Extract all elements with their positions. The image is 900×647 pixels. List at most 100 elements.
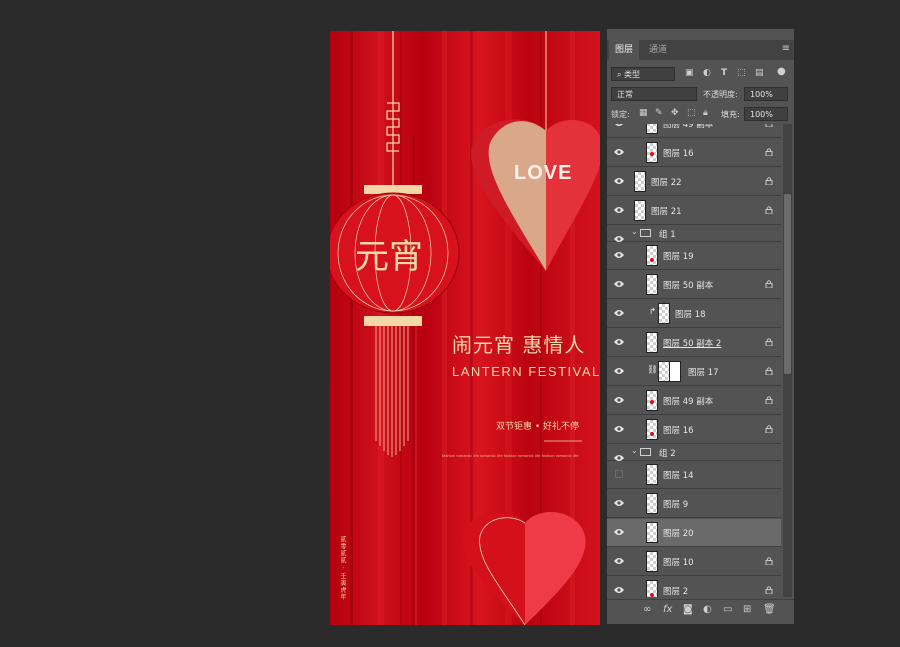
lock-transparency-icon[interactable]: ▦: [639, 108, 648, 118]
type-filter-icon[interactable]: T: [721, 68, 727, 78]
visibility-eye-icon[interactable]: [614, 499, 624, 507]
lock-icon: [765, 206, 773, 215]
lock-icon: [765, 280, 773, 289]
new-group-icon[interactable]: ▭: [723, 604, 732, 615]
lock-label: 锁定:: [611, 110, 630, 119]
lock-row: 锁定: ▦ ✎ ✥ ⬚ 🔒︎ 填充: 100%: [607, 105, 794, 123]
folder-icon: [640, 229, 651, 237]
layer-row[interactable]: 图层 16: [607, 139, 781, 167]
mask-link-icon: ⛓︎: [647, 365, 658, 375]
lantern-text: 元宵: [355, 237, 423, 277]
lock-icon: [765, 367, 773, 376]
layer-group-row[interactable]: ⌄ 组 1: [607, 226, 781, 242]
poster-title-en: LANTERN FESTIVAL: [452, 364, 600, 379]
panel-menu-icon[interactable]: ≡: [782, 43, 790, 54]
image-filter-icon[interactable]: ▣: [685, 68, 694, 78]
lock-pixels-icon[interactable]: ✎: [655, 108, 663, 118]
poster-promo-text: 双节钜惠 • 好礼不停: [496, 422, 580, 432]
layer-thumbnail: [646, 419, 658, 440]
layer-name: 图层 20: [663, 529, 694, 539]
panel-bottom-bar: ∞ fx ◙ ◐ ▭ ⊞ 🗑︎: [607, 599, 794, 622]
layer-thumbnail: [646, 551, 658, 572]
layer-name: 图层 49 副本: [663, 397, 714, 407]
filter-type-label: 类型: [624, 70, 641, 79]
tab-layers[interactable]: 图层: [609, 40, 640, 60]
layer-row[interactable]: 图层 49 副本: [607, 124, 781, 138]
layer-thumbnail: [646, 464, 658, 485]
lock-icon: [765, 396, 773, 405]
visibility-eye-icon[interactable]: [614, 396, 624, 404]
lock-artboard-icon[interactable]: ⬚: [687, 108, 696, 118]
layer-name: 图层 17: [688, 368, 719, 378]
layer-list[interactable]: 图层 49 副本 图层 16 图层 22 图层 21 ⌄ 组 1 图层 19 图层 50 副本…: [607, 124, 781, 597]
layer-row[interactable]: 图层 21: [607, 197, 781, 225]
layer-thumbnail: [646, 580, 658, 597]
layer-row[interactable]: ⛓︎ 图层 17: [607, 358, 781, 386]
visibility-eye-icon[interactable]: [614, 528, 624, 536]
layer-style-icon[interactable]: fx: [663, 604, 672, 615]
visibility-eye-icon[interactable]: [614, 124, 624, 127]
layer-thumbnail: [634, 200, 646, 221]
visibility-eye-icon[interactable]: [614, 338, 624, 346]
layer-group-row[interactable]: ⌄ 组 2: [607, 445, 781, 461]
visibility-eye-icon[interactable]: [614, 251, 624, 259]
layer-row[interactable]: 图层 2: [607, 577, 781, 597]
opacity-field[interactable]: 100%: [744, 87, 788, 101]
adjustment-filter-icon[interactable]: ◐: [703, 68, 711, 78]
layer-row[interactable]: 图层 16: [607, 416, 781, 444]
visibility-eye-icon[interactable]: [614, 425, 624, 433]
layer-name: 图层 21: [651, 207, 682, 217]
visibility-eye-icon[interactable]: [614, 206, 624, 214]
lock-icon: [765, 148, 773, 157]
filter-toggle-icon[interactable]: ●: [777, 66, 786, 77]
layer-row[interactable]: 图层 10: [607, 548, 781, 576]
group-name: 组 1: [659, 230, 676, 240]
lock-icon: [765, 425, 773, 434]
layer-row[interactable]: 图层 49 副本: [607, 387, 781, 415]
layer-row[interactable]: 图层 22: [607, 168, 781, 196]
layer-thumbnail: [646, 390, 658, 411]
chevron-down-icon[interactable]: ⌄: [631, 446, 638, 455]
link-layers-icon[interactable]: ∞: [643, 604, 651, 615]
blend-mode-dropdown[interactable]: 正常: [611, 87, 697, 101]
new-layer-icon[interactable]: ⊞: [743, 604, 751, 615]
filter-type-dropdown[interactable]: ⌕ 类型: [611, 67, 675, 81]
smart-object-filter-icon[interactable]: ▤: [755, 68, 764, 78]
visibility-eye-icon[interactable]: [614, 557, 624, 565]
layer-name: 图层 9: [663, 500, 689, 510]
visibility-eye-icon[interactable]: [614, 309, 624, 317]
scrollbar-thumb[interactable]: [784, 194, 791, 374]
visibility-eye-icon[interactable]: [614, 280, 624, 288]
visibility-eye-icon[interactable]: [614, 177, 624, 185]
fill-field[interactable]: 100%: [744, 107, 788, 121]
layer-thumbnail: [646, 332, 658, 353]
shape-filter-icon[interactable]: ⬚: [737, 68, 746, 78]
chevron-down-icon[interactable]: ⌄: [631, 227, 638, 236]
layer-row[interactable]: 图层 20: [607, 519, 781, 547]
document-canvas[interactable]: LOVE 元宵 闹元宵 惠情人 LANTERN FESTIVAL 双节钜惠 • …: [330, 31, 600, 625]
visibility-eye-icon[interactable]: [614, 148, 624, 156]
visibility-toggle[interactable]: [615, 470, 623, 478]
layer-row[interactable]: 图层 14: [607, 461, 781, 489]
lock-all-icon[interactable]: 🔒︎: [703, 108, 708, 118]
folder-icon: [640, 448, 651, 456]
layer-name: 图层 10: [663, 558, 694, 568]
layer-thumbnail: [658, 303, 670, 324]
visibility-eye-icon[interactable]: [614, 586, 624, 594]
tab-channels[interactable]: 通道: [643, 40, 673, 60]
lock-position-icon[interactable]: ✥: [671, 108, 679, 118]
add-mask-icon[interactable]: ◙: [683, 604, 693, 615]
layer-row[interactable]: ↱ 图层 18: [607, 300, 781, 328]
layer-name: 图层 16: [663, 426, 694, 436]
layer-mask-thumbnail: [669, 361, 681, 382]
layer-row[interactable]: 图层 9: [607, 490, 781, 518]
thumbnail-content: [650, 152, 654, 156]
layer-row[interactable]: 图层 50 副本: [607, 271, 781, 299]
delete-layer-icon[interactable]: 🗑︎: [763, 604, 776, 615]
visibility-eye-icon[interactable]: [614, 367, 624, 375]
layer-row[interactable]: 图层 50 副本 2: [607, 329, 781, 357]
layer-list-scrollbar[interactable]: [783, 124, 792, 597]
adjustment-layer-icon[interactable]: ◐: [703, 604, 712, 615]
lock-icon: [765, 177, 773, 186]
layer-row[interactable]: 图层 19: [607, 242, 781, 270]
